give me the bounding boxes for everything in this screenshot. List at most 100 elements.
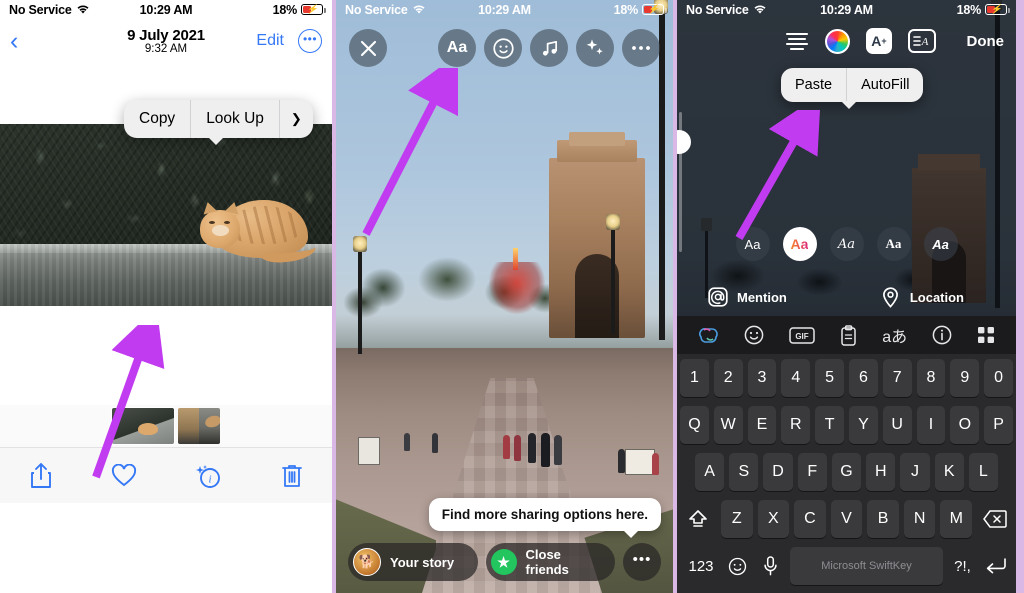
chevron-right-icon[interactable]: ❯ [280,100,313,138]
close-x-icon[interactable] [349,29,387,67]
monument-cap [569,132,625,146]
key-9[interactable]: 9 [950,359,980,397]
fountain [489,248,545,314]
emoji-icon[interactable] [744,325,764,345]
key-s[interactable]: S [729,453,759,491]
key-r[interactable]: R [781,406,811,444]
key-2[interactable]: 2 [713,359,743,397]
key-j[interactable]: J [900,453,930,491]
status-bar: No Service 10:29 AM 18% ⚡ [336,0,673,19]
ellipsis-icon[interactable] [622,29,660,67]
key-i[interactable]: I [916,406,946,444]
font-option-classic[interactable]: Aa [735,227,770,261]
text-align-icon[interactable] [785,32,809,50]
copilot-icon[interactable] [698,325,719,345]
text-tool-button[interactable]: Aa [438,29,476,67]
mention-label: Mention [737,289,787,305]
microphone-icon[interactable] [757,547,784,585]
thumbnail-pair[interactable] [178,408,220,444]
key-8[interactable]: 8 [916,359,946,397]
edit-button[interactable]: Edit [256,32,284,50]
key-v[interactable]: V [830,500,863,538]
info-sparkle-icon[interactable]: i [195,463,222,489]
font-option-strong[interactable]: Aa [923,227,958,261]
key-5[interactable]: 5 [815,359,844,397]
battery-charging-icon: ⚡ [301,4,326,15]
key-l[interactable]: L [968,453,998,491]
key-h[interactable]: H [866,453,896,491]
sticker-smiley-icon[interactable] [484,29,522,67]
share-more-button[interactable]: ••• [623,543,661,581]
close-friends-button[interactable]: ★ Close friends [485,543,615,581]
key-x[interactable]: X [757,500,790,538]
key-u[interactable]: U [882,406,912,444]
share-icon[interactable] [30,462,52,489]
key-c[interactable]: C [794,500,826,538]
color-wheel-icon[interactable] [825,28,850,54]
key-d[interactable]: D [763,453,793,491]
key-a[interactable]: A [695,453,725,491]
key-7[interactable]: 7 [882,359,912,397]
shift-icon[interactable] [680,500,716,538]
back-button[interactable]: ‹ [10,28,18,54]
copy-menu-item[interactable]: Copy [124,100,190,138]
thumbnail-strip [0,405,332,447]
key-w[interactable]: W [713,406,743,444]
info-icon[interactable] [932,325,952,345]
location-button[interactable]: Location [880,286,964,308]
space-key[interactable]: Microsoft SwiftKey [790,547,943,585]
edit-context-menu: Paste AutoFill [781,68,924,102]
ellipsis-circle-icon[interactable]: ••• [298,29,322,53]
font-option-typewriter[interactable]: Aa [876,227,911,261]
font-option-modern-selected[interactable]: Aa [782,227,817,261]
mention-button[interactable]: Mention [707,286,787,308]
text-highlight-icon[interactable]: A [908,29,936,53]
key-4[interactable]: 4 [781,359,811,397]
font-option-neon-script[interactable]: Aa [829,227,864,261]
grid-menu-icon[interactable] [977,326,995,344]
emoji-key[interactable] [724,547,751,585]
key-f[interactable]: F [797,453,827,491]
done-button[interactable]: Done [967,33,1005,50]
text-animation-icon[interactable]: A + [866,28,892,54]
music-note-icon[interactable] [530,29,568,67]
key-q[interactable]: Q [680,406,709,444]
clipboard-icon[interactable] [840,324,857,346]
cat-photo[interactable] [0,124,332,306]
key-b[interactable]: B [867,500,899,538]
key-e[interactable]: E [747,406,777,444]
key-3[interactable]: 3 [747,359,777,397]
autofill-menu-item[interactable]: AutoFill [847,68,923,102]
paste-menu-item[interactable]: Paste [781,68,846,102]
keyboard-row-bottom: Z X C V B N M [680,500,1013,538]
heart-icon[interactable] [111,463,137,488]
your-story-button[interactable]: 🐕 Your story [348,543,478,581]
key-y[interactable]: Y [849,406,878,444]
status-left: No Service [345,3,426,17]
your-story-label: Your story [390,554,455,570]
mention-location-row: Mention Location [677,282,1016,312]
key-g[interactable]: G [831,453,862,491]
person-silhouette [404,433,410,451]
gif-icon[interactable]: GIF [789,326,815,344]
punctuation-key[interactable]: ?!, [949,547,976,585]
key-0[interactable]: 0 [984,359,1013,397]
backspace-icon[interactable] [977,500,1013,538]
numeric-key[interactable]: 123 [684,547,718,585]
look-up-menu-item[interactable]: Look Up [191,100,279,138]
key-n[interactable]: N [903,500,936,538]
return-icon[interactable] [982,547,1009,585]
key-k[interactable]: K [934,453,964,491]
key-t[interactable]: T [815,406,844,444]
key-6[interactable]: 6 [849,359,878,397]
sparkles-icon[interactable] [576,29,614,67]
key-o[interactable]: O [950,406,980,444]
key-p[interactable]: P [984,406,1013,444]
thumbnail-selected[interactable] [111,407,175,445]
key-1[interactable]: 1 [680,359,709,397]
key-m[interactable]: M [940,500,973,538]
key-z[interactable]: Z [720,500,753,538]
trash-icon[interactable] [281,463,303,489]
translate-icon[interactable]: aあ [882,323,907,347]
panel-photos-app: No Service 10:29 AM 18% ⚡ ‹ 9 July 2021 … [0,0,336,593]
